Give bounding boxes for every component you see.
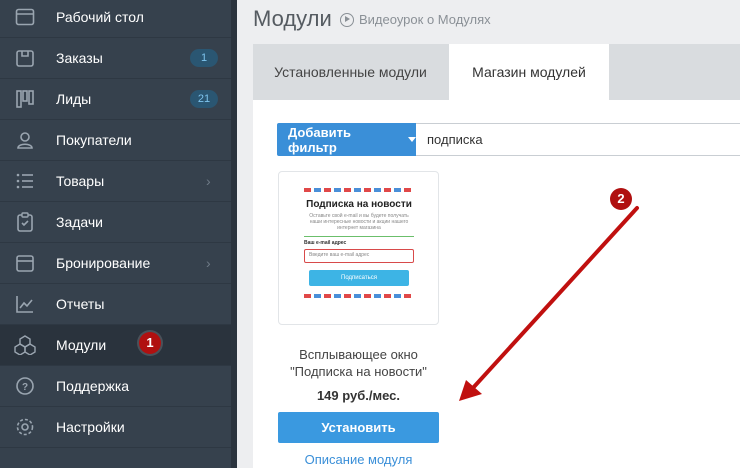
annotation-arrow	[459, 206, 639, 401]
